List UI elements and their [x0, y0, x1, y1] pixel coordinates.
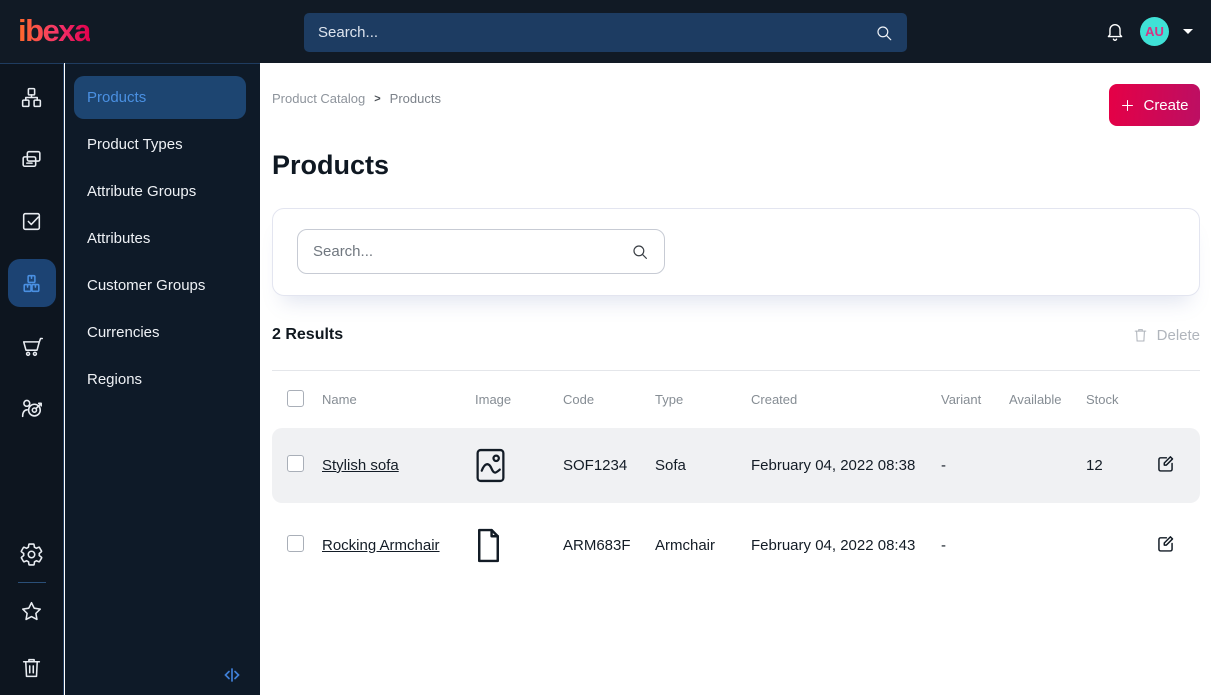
plus-icon	[1122, 99, 1134, 111]
nav-settings-gear-icon[interactable]	[0, 526, 64, 582]
search-icon[interactable]	[631, 243, 649, 261]
product-type: Sofa	[655, 457, 686, 474]
product-code: SOF1234	[563, 457, 628, 474]
product-created: February 04, 2022 08:43	[751, 537, 916, 554]
search-icon[interactable]	[875, 24, 893, 42]
select-all-checkbox[interactable]	[287, 389, 304, 407]
sidebar-collapse-icon[interactable]	[221, 665, 243, 687]
column-header-image: Image	[475, 392, 512, 407]
ibexa-admin-app: ibexa AU	[0, 0, 1211, 695]
image-thumbnail-icon	[475, 448, 563, 483]
global-search-input[interactable]	[318, 24, 875, 41]
nav-pages-icon[interactable]	[0, 128, 64, 190]
sidebar-item-customer-groups[interactable]: Customer Groups	[74, 264, 246, 307]
edit-product-icon[interactable]	[1155, 533, 1176, 558]
row-checkbox[interactable]	[287, 535, 304, 552]
breadcrumb-products[interactable]: Products	[390, 91, 441, 106]
sidebar-item-attribute-groups[interactable]: Attribute Groups	[74, 170, 246, 213]
column-header-available: Available	[1009, 392, 1062, 407]
nav-audience-target-icon[interactable]	[0, 376, 64, 438]
nav-tasks-icon[interactable]	[0, 190, 64, 252]
document-icon	[475, 528, 563, 563]
table-row: Stylish sofa SOF1234 Sofa February 04, 2…	[272, 428, 1200, 503]
column-header-code: Code	[563, 392, 595, 407]
product-stock: 12	[1086, 457, 1103, 474]
nav-trash-icon[interactable]	[0, 639, 64, 695]
breadcrumb-separator: >	[374, 92, 381, 105]
column-header-variant: Variant	[941, 392, 982, 407]
product-name-link[interactable]: Rocking Armchair	[322, 537, 475, 554]
products-table: Name Image Code Type Created Variant Ava…	[272, 370, 1200, 583]
row-checkbox[interactable]	[287, 455, 304, 472]
page-title: Products	[272, 150, 390, 180]
nav-bookmarks-star-icon[interactable]	[0, 583, 64, 639]
create-button[interactable]: Create	[1109, 84, 1200, 126]
product-code: ARM683F	[563, 537, 631, 554]
main-content: Product Catalog > Products Create Produc…	[260, 63, 1211, 695]
catalog-sidebar: Products Product Types Attribute Groups …	[65, 63, 260, 695]
product-variant: -	[941, 457, 946, 474]
sidebar-item-products[interactable]: Products	[74, 76, 246, 119]
ibexa-logo[interactable]: ibexa	[18, 13, 91, 49]
topbar-actions: AU	[1104, 0, 1193, 63]
column-header-created: Created	[751, 392, 798, 407]
sidebar-item-regions[interactable]: Regions	[74, 358, 246, 401]
user-menu-caret-icon[interactable]	[1183, 29, 1193, 39]
product-search	[297, 229, 665, 274]
product-created: February 04, 2022 08:38	[751, 457, 916, 474]
active-nav-pill	[7, 259, 56, 307]
user-avatar[interactable]: AU	[1140, 17, 1169, 46]
breadcrumb-product-catalog[interactable]: Product Catalog	[272, 91, 365, 106]
table-row: Rocking Armchair ARM683F Armchair Februa…	[272, 508, 1200, 583]
create-button-label: Create	[1143, 96, 1189, 114]
nav-product-catalog-icon[interactable]	[0, 252, 64, 314]
top-bar: ibexa AU	[0, 0, 1211, 63]
filter-card	[272, 208, 1200, 296]
trash-icon	[1134, 329, 1146, 342]
notifications-bell-icon[interactable]	[1104, 21, 1126, 43]
edit-product-icon[interactable]	[1155, 453, 1176, 478]
sidebar-item-currencies[interactable]: Currencies	[74, 311, 246, 354]
column-header-stock: Stock	[1086, 392, 1119, 407]
results-count: 2 Results	[272, 326, 344, 343]
delete-button-label: Delete	[1156, 326, 1200, 344]
main-nav-rail	[0, 63, 64, 695]
table-header-row: Name Image Code Type Created Variant Ava…	[272, 371, 1200, 428]
product-search-input[interactable]	[313, 243, 631, 260]
breadcrumb: Product Catalog > Products	[272, 91, 441, 106]
product-type: Armchair	[655, 537, 716, 554]
nav-content-tree-icon[interactable]	[0, 66, 64, 128]
sidebar-item-attributes[interactable]: Attributes	[74, 217, 246, 260]
column-header-type: Type	[655, 392, 684, 407]
product-name-link[interactable]: Stylish sofa	[322, 457, 475, 474]
column-header-name: Name	[322, 392, 357, 407]
product-variant: -	[941, 537, 946, 554]
sidebar-item-product-types[interactable]: Product Types	[74, 123, 246, 166]
global-search	[304, 13, 907, 52]
nav-commerce-cart-icon[interactable]	[0, 314, 64, 376]
delete-button[interactable]: Delete	[1132, 326, 1200, 344]
